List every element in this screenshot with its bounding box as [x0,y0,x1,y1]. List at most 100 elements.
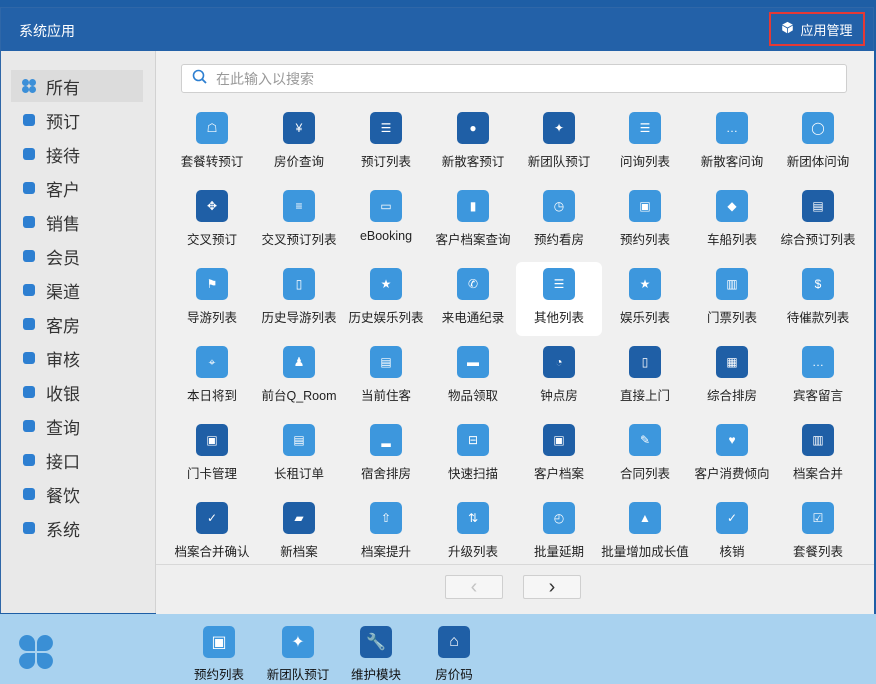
app-tile[interactable]: ▯ 历史导游列表 [256,262,342,336]
app-tile[interactable]: ▤ 长租订单 [256,418,342,492]
app-tile[interactable]: ◴ 批量延期 [516,496,602,570]
sidebar-item-11[interactable]: 接口 [11,444,143,476]
search-box[interactable] [181,64,847,93]
sidebar-item-3[interactable]: 客户 [11,172,143,204]
app-tile[interactable]: … 宾客留言 [775,340,861,414]
app-label: 宾客留言 [792,389,843,403]
app-tile[interactable]: ◆ 车船列表 [689,184,775,258]
app-tile[interactable]: ♟ 前台Q_Room [256,340,342,414]
dunning-list-icon: $ [802,268,834,300]
app-tile[interactable]: ☑ 套餐列表 [775,496,861,570]
ebooking-icon: ▭ [370,190,402,222]
app-tile[interactable]: ☖ 套餐转预订 [169,106,255,180]
sidebar-item-6[interactable]: 渠道 [11,274,143,306]
app-tile[interactable]: ⌖ 本日将到 [169,340,255,414]
app-tile[interactable]: ▯ 直接上门 [602,340,688,414]
wrench-icon: 🔧 [360,626,392,658]
app-tile[interactable]: ▦ 综合排房 [689,340,775,414]
app-tile[interactable]: $ 待催款列表 [775,262,861,336]
dock-item[interactable]: ⌂ 房价码 [419,626,489,684]
sidebar-item-7[interactable]: 客房 [11,308,143,340]
entertainment-history-icon: ★ [370,268,402,300]
sidebar-item-12[interactable]: 餐饮 [11,478,143,510]
app-tile[interactable]: ⚑ 导游列表 [169,262,255,336]
app-tile[interactable]: ✎ 合同列表 [602,418,688,492]
app-tile[interactable]: ✦ 新团队预订 [516,106,602,180]
app-tile[interactable]: ▮ 客户档案查询 [430,184,516,258]
app-tile[interactable]: ✓ 核销 [689,496,775,570]
sidebar-item-0[interactable]: 所有 [11,70,143,102]
sidebar-item-10[interactable]: 查询 [11,410,143,442]
app-tile[interactable]: ☰ 预订列表 [343,106,429,180]
app-tile[interactable]: ✓ 档案合并确认 [169,496,255,570]
app-tile[interactable]: ✆ 来电通纪录 [430,262,516,336]
app-tile[interactable]: ▭ eBooking [343,184,429,258]
app-tile[interactable]: ◷ 预约看房 [516,184,602,258]
app-tile[interactable]: ▲ 批量增加成长值 [601,496,689,570]
sidebar-item-13[interactable]: 系统 [11,512,143,544]
app-manage-button[interactable]: 应用管理 [769,12,865,46]
diamond-icon [21,248,37,264]
search-input[interactable] [214,69,818,88]
entertainment-list-icon: ★ [629,268,661,300]
sidebar-item-5[interactable]: 会员 [11,240,143,272]
dock-item[interactable]: ▣ 预约列表 [184,626,254,684]
app-tile[interactable]: ⊟ 快速扫描 [430,418,516,492]
cross-booking-list-icon: ≡ [283,190,315,222]
cross-booking-icon: ✥ [196,190,228,222]
app-label: 客户档案查询 [435,233,511,247]
next-page-button[interactable]: › [523,575,581,599]
app-tile[interactable]: ▬ 物品领取 [430,340,516,414]
app-tile[interactable]: ¥ 房价查询 [256,106,342,180]
app-tile[interactable]: ▤ 综合预订列表 [775,184,861,258]
app-label: 预约列表 [619,233,670,247]
app-label: 房价查询 [273,155,324,169]
room-assign-icon: ▦ [716,346,748,378]
app-label: 物品领取 [447,389,498,403]
app-tile[interactable]: ✥ 交叉预订 [169,184,255,258]
dock-item[interactable]: ✦ 新团队预订 [263,626,333,684]
app-manage-label: 应用管理 [800,22,853,38]
app-label: 新团体问询 [786,155,850,169]
app-label: 档案合并 [792,467,843,481]
coins-icon [21,384,37,400]
room-price-icon: ¥ [283,112,315,144]
app-tile[interactable]: ⇧ 档案提升 [343,496,429,570]
start-menu-button[interactable] [18,634,54,670]
dock-item[interactable]: 🔧 维护模块 [341,626,411,684]
app-tile[interactable]: ▣ 客户档案 [516,418,602,492]
app-label: 长租订单 [273,467,324,481]
app-tile[interactable]: ▣ 预约列表 [602,184,688,258]
app-tile[interactable]: ◔ 钟点房 [516,340,602,414]
sidebar-item-9[interactable]: 收银 [11,376,143,408]
plug-icon [21,452,37,468]
app-tile[interactable]: ≡ 交叉预订列表 [256,184,342,258]
sidebar-item-4[interactable]: 销售 [11,206,143,238]
app-tile[interactable]: ★ 历史娱乐列表 [343,262,429,336]
sidebar-item-1[interactable]: 预订 [11,104,143,136]
category-sidebar: 所有 预订 接待 客户 销售 会员 渠道 客房 审核 收银 查询 接口 餐饮 系统 [1,51,156,613]
sidebar-item-8[interactable]: 审核 [11,342,143,374]
sidebar-item-2[interactable]: 接待 [11,138,143,170]
upgrade-list-icon: ⇅ [457,502,489,534]
app-tile[interactable]: ▥ 门票列表 [689,262,775,336]
profile-upgrade-icon: ⇧ [370,502,402,534]
app-label: 合同列表 [619,467,670,481]
window-title: 系统应用 [19,23,75,39]
app-tile[interactable]: ▰ 新档案 [256,496,342,570]
app-tile[interactable]: ☰ 问询列表 [602,106,688,180]
app-tile[interactable]: ★ 娱乐列表 [602,262,688,336]
app-tile[interactable]: ♥ 客户消费倾向 [689,418,775,492]
app-tile[interactable]: ▤ 当前住客 [343,340,429,414]
app-tile[interactable]: ▂ 宿舍排房 [343,418,429,492]
app-tile[interactable]: ⇅ 升级列表 [430,496,516,570]
app-tile[interactable]: ▥ 档案合并 [775,418,861,492]
prev-page-button[interactable]: ‹ [445,575,503,599]
app-tile[interactable]: ☰ 其他列表 [516,262,602,336]
app-tile[interactable]: ◯ 新团体问询 [775,106,861,180]
app-tile[interactable]: … 新散客问询 [689,106,775,180]
app-tile[interactable]: ● 新散客预订 [430,106,516,180]
appointment-list-icon: ▣ [203,626,235,658]
app-tile[interactable]: ▣ 门卡管理 [169,418,255,492]
grid-icon [21,78,37,94]
